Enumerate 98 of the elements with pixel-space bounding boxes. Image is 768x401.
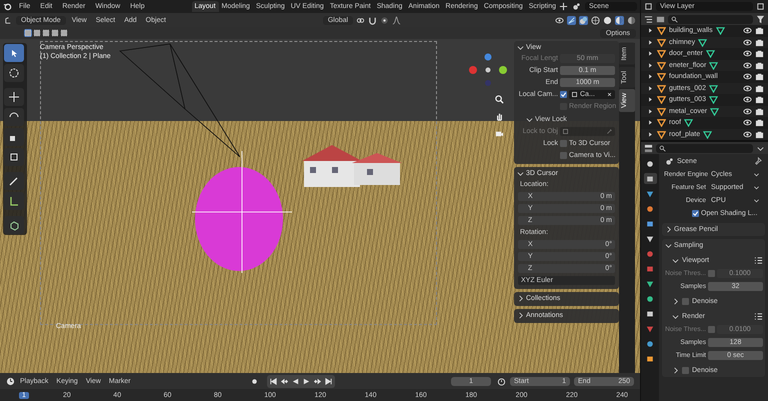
scene-icon — [665, 156, 674, 166]
jump-start-icon[interactable] — [268, 376, 278, 386]
mesh-data-icon[interactable] — [716, 26, 725, 36]
transform-tool-icon[interactable] — [4, 148, 24, 166]
eye-icon[interactable] — [555, 16, 564, 24]
chevron-icon[interactable] — [517, 312, 524, 318]
camera-icon[interactable] — [755, 106, 764, 116]
presets-list-icon[interactable] — [754, 312, 763, 321]
chevron-icon[interactable] — [517, 170, 524, 176]
scale-tool-icon[interactable] — [4, 128, 24, 146]
wireframe-shading-icon[interactable] — [591, 16, 600, 24]
previous-keyframe-icon[interactable] — [280, 376, 289, 386]
eye-icon[interactable] — [743, 118, 752, 128]
list-icon[interactable] — [644, 14, 653, 24]
object-icon — [562, 128, 569, 135]
solid-shading-icon[interactable] — [603, 16, 612, 24]
camera-icon[interactable] — [755, 118, 764, 128]
filter-display-icon[interactable] — [656, 14, 665, 24]
chevron-icon[interactable] — [665, 226, 672, 233]
checkbox[interactable] — [682, 298, 689, 305]
camera-icon[interactable] — [755, 26, 764, 36]
close-icon[interactable] — [606, 91, 613, 98]
select-tool-icon[interactable] — [4, 44, 24, 62]
eye-icon[interactable] — [743, 84, 752, 93]
mesh-data-icon[interactable] — [703, 130, 712, 139]
checkbox[interactable] — [692, 210, 699, 217]
move-tool-icon[interactable] — [4, 88, 24, 106]
pen-tool-icon[interactable] — [4, 172, 24, 190]
camera-icon[interactable] — [755, 60, 764, 70]
eye-icon[interactable] — [743, 72, 752, 82]
chevron-icon[interactable] — [672, 298, 679, 305]
camera-icon[interactable] — [755, 84, 764, 93]
search-field[interactable] — [656, 144, 753, 152]
camera-icon[interactable] — [755, 38, 764, 47]
camera-icon[interactable] — [755, 72, 764, 82]
presets-list-icon[interactable] — [754, 256, 763, 265]
mesh-data-icon[interactable] — [710, 106, 720, 116]
eye-icon[interactable] — [743, 49, 752, 58]
object-icon — [571, 91, 578, 98]
transform-icon[interactable] — [4, 16, 13, 24]
rotate-tool-icon[interactable] — [4, 108, 24, 126]
next-keyframe-icon[interactable] — [312, 376, 322, 386]
search-icon — [671, 16, 678, 22]
mesh-data-icon[interactable] — [708, 95, 718, 104]
mesh-data-icon[interactable] — [708, 84, 718, 93]
mesh-data-icon[interactable] — [684, 118, 694, 128]
stopwatch-icon[interactable] — [497, 376, 506, 386]
layers-icon[interactable] — [756, 2, 765, 11]
eye-icon[interactable] — [743, 130, 752, 139]
camera-icon[interactable] — [755, 49, 764, 58]
curve-icon[interactable] — [392, 16, 402, 24]
record-icon[interactable] — [250, 376, 259, 386]
chevron-icon[interactable] — [672, 257, 679, 264]
checkbox[interactable] — [682, 367, 689, 374]
checkbox[interactable] — [560, 152, 567, 159]
eye-icon[interactable] — [743, 95, 752, 104]
chevron-icon[interactable] — [517, 294, 524, 302]
cube-tool-icon[interactable] — [4, 216, 24, 234]
camera-icon[interactable] — [755, 95, 764, 104]
gizmo-icon[interactable] — [567, 16, 576, 24]
zoom-icon[interactable] — [495, 95, 504, 104]
search-field[interactable] — [668, 14, 753, 24]
editor-type-icon[interactable] — [644, 144, 653, 152]
checkbox[interactable] — [560, 140, 567, 147]
hand-icon[interactable] — [495, 112, 504, 121]
scene-icon[interactable] — [572, 2, 581, 11]
logo-icon[interactable] — [3, 2, 12, 11]
dot-icon[interactable] — [380, 16, 390, 24]
chevron-icon[interactable] — [526, 116, 533, 123]
mesh-data-icon[interactable] — [709, 60, 718, 70]
eye-icon[interactable] — [743, 38, 752, 47]
material-shading-icon[interactable] — [615, 16, 624, 24]
magnet-icon[interactable] — [368, 16, 378, 24]
eye-icon[interactable] — [743, 60, 752, 70]
link-icon[interactable] — [356, 16, 366, 24]
eye-icon[interactable] — [743, 26, 752, 36]
pin-icon[interactable] — [753, 156, 762, 166]
mesh-data-icon[interactable] — [706, 49, 715, 58]
axis-gizmo-icon[interactable] — [468, 53, 508, 87]
search-icon — [659, 144, 666, 152]
overlay-icon[interactable] — [579, 16, 588, 24]
rendered-shading-icon[interactable] — [627, 16, 636, 24]
mesh-data-icon[interactable] — [698, 38, 708, 47]
chevron-icon[interactable] — [517, 44, 524, 50]
jump-end-icon[interactable] — [324, 376, 333, 386]
chevron-icon[interactable] — [672, 367, 679, 374]
checkbox[interactable] — [560, 91, 567, 98]
plus-icon[interactable] — [559, 2, 568, 11]
ruler-tool-icon[interactable] — [4, 192, 24, 210]
eye-icon[interactable] — [743, 106, 752, 116]
clock-icon[interactable] — [6, 376, 15, 386]
play-icon[interactable] — [302, 376, 311, 386]
cursor-tool-icon[interactable] — [4, 64, 24, 82]
layers-icon[interactable] — [644, 2, 653, 11]
chevron-icon[interactable] — [672, 313, 679, 320]
camera-icon[interactable] — [755, 130, 764, 139]
chevron-icon[interactable] — [665, 242, 672, 249]
play-reverse-icon[interactable] — [290, 376, 300, 386]
